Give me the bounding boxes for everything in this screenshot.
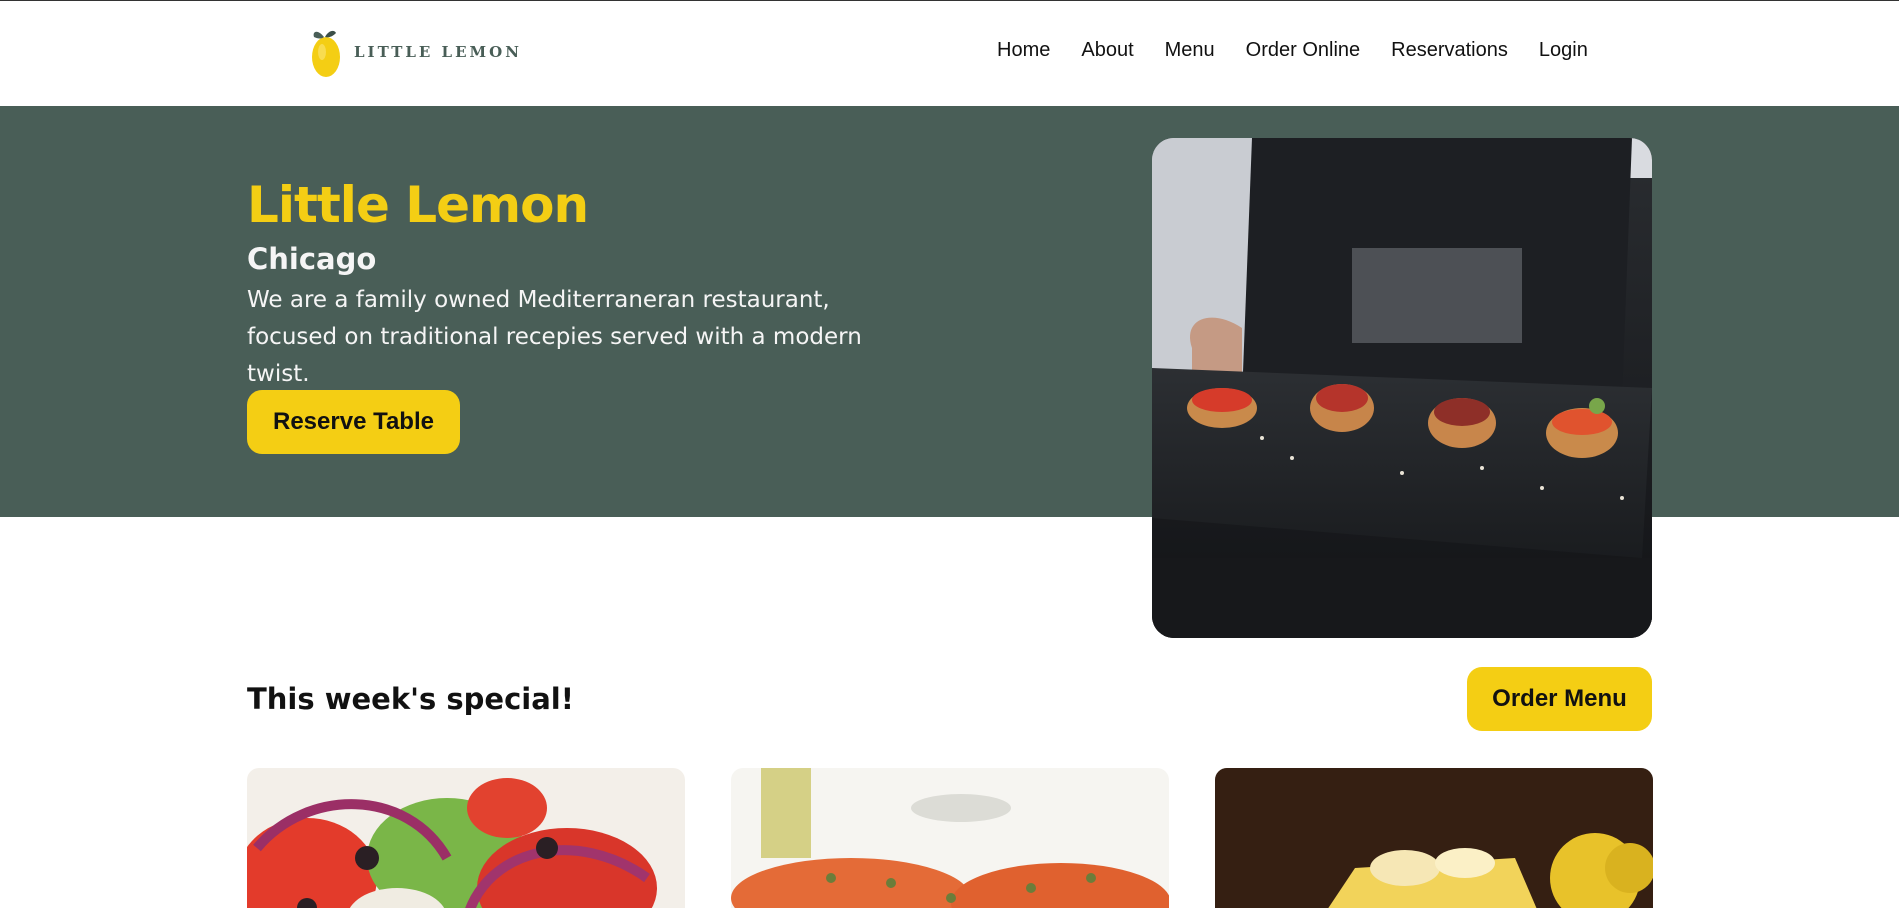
special-card-lemon-dessert[interactable]	[1215, 768, 1653, 908]
logo-text: LITTLE LEMON	[354, 43, 522, 61]
lemon-logo-icon	[312, 30, 340, 77]
nav-home[interactable]: Home	[997, 39, 1050, 62]
nav-reservations[interactable]: Reservations	[1391, 39, 1508, 62]
main-menu: Home About Menu Order Online Reservation…	[997, 39, 1619, 62]
nav-login[interactable]: Login	[1539, 39, 1588, 62]
hero-food-image	[1152, 138, 1652, 638]
specials-title: This week's special!	[247, 682, 574, 716]
greek-salad-photo	[247, 768, 685, 908]
nav-about[interactable]: About	[1081, 39, 1133, 62]
special-card-bruschetta[interactable]	[731, 768, 1169, 908]
hero-city: Chicago	[247, 242, 377, 276]
hero-title: Little Lemon	[247, 176, 589, 234]
top-navigation: LITTLE LEMON Home About Menu Order Onlin…	[0, 1, 1899, 105]
order-menu-button[interactable]: Order Menu	[1467, 667, 1652, 731]
logo[interactable]: LITTLE LEMON	[310, 25, 522, 79]
bruschetta-serving-photo	[1152, 138, 1652, 638]
bruschetta-photo	[731, 768, 1169, 908]
special-card-salad[interactable]	[247, 768, 685, 908]
nav-order-online[interactable]: Order Online	[1246, 39, 1361, 62]
lemon-dessert-photo	[1215, 768, 1653, 908]
hero-description: We are a family owned Mediterraneran res…	[247, 287, 862, 387]
reserve-table-button[interactable]: Reserve Table	[247, 390, 460, 454]
nav-menu[interactable]: Menu	[1165, 39, 1215, 62]
